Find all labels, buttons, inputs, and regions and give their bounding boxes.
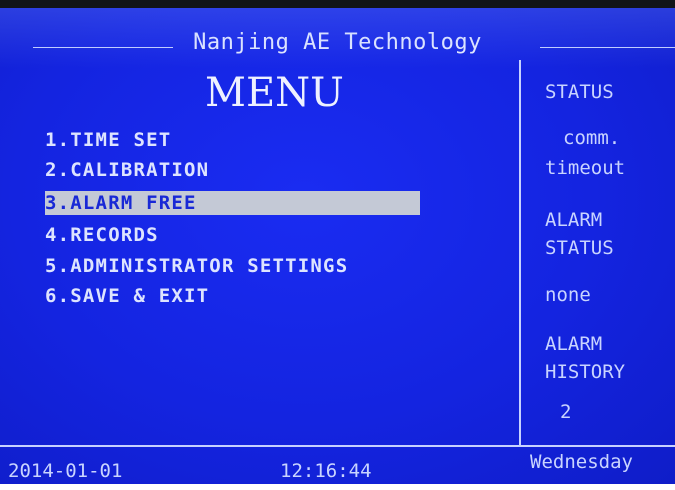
- footer-time: 12:16:44: [280, 460, 372, 482]
- alarm-status-label-line1: ALARM: [545, 209, 603, 231]
- footer-weekday: Wednesday: [530, 451, 633, 473]
- menu-title: MENU: [205, 70, 344, 116]
- device-bezel: [0, 0, 675, 8]
- menu-item-time-set[interactable]: 1.TIME SET: [45, 128, 171, 152]
- alarm-history-label-line2: HISTORY: [545, 361, 626, 383]
- status-heading: STATUS: [545, 81, 614, 103]
- comm-status-line2: timeout: [545, 157, 626, 179]
- footer-divider: [0, 445, 675, 447]
- company-title: Nanjing AE Technology: [193, 30, 482, 55]
- alarm-history-count: 2: [560, 401, 572, 423]
- lcd-screen: Nanjing AE Technology MENU 1.TIME SET 2.…: [0, 8, 675, 484]
- comm-status-line1: comm.: [563, 127, 621, 149]
- menu-item-calibration[interactable]: 2.CALIBRATION: [45, 158, 209, 182]
- menu-item-administrator-settings[interactable]: 5.ADMINISTRATOR SETTINGS: [45, 254, 348, 278]
- panel-divider-vertical: [519, 60, 521, 445]
- footer-date: 2014-01-01: [8, 460, 123, 482]
- alarm-status-label-line2: STATUS: [545, 237, 614, 259]
- alarm-status-value: none: [545, 284, 591, 306]
- menu-item-alarm-free[interactable]: 3.ALARM FREE: [45, 191, 420, 215]
- menu-item-records[interactable]: 4.RECORDS: [45, 223, 159, 247]
- menu-item-save-exit[interactable]: 6.SAVE & EXIT: [45, 284, 209, 308]
- alarm-history-label-line1: ALARM: [545, 333, 603, 355]
